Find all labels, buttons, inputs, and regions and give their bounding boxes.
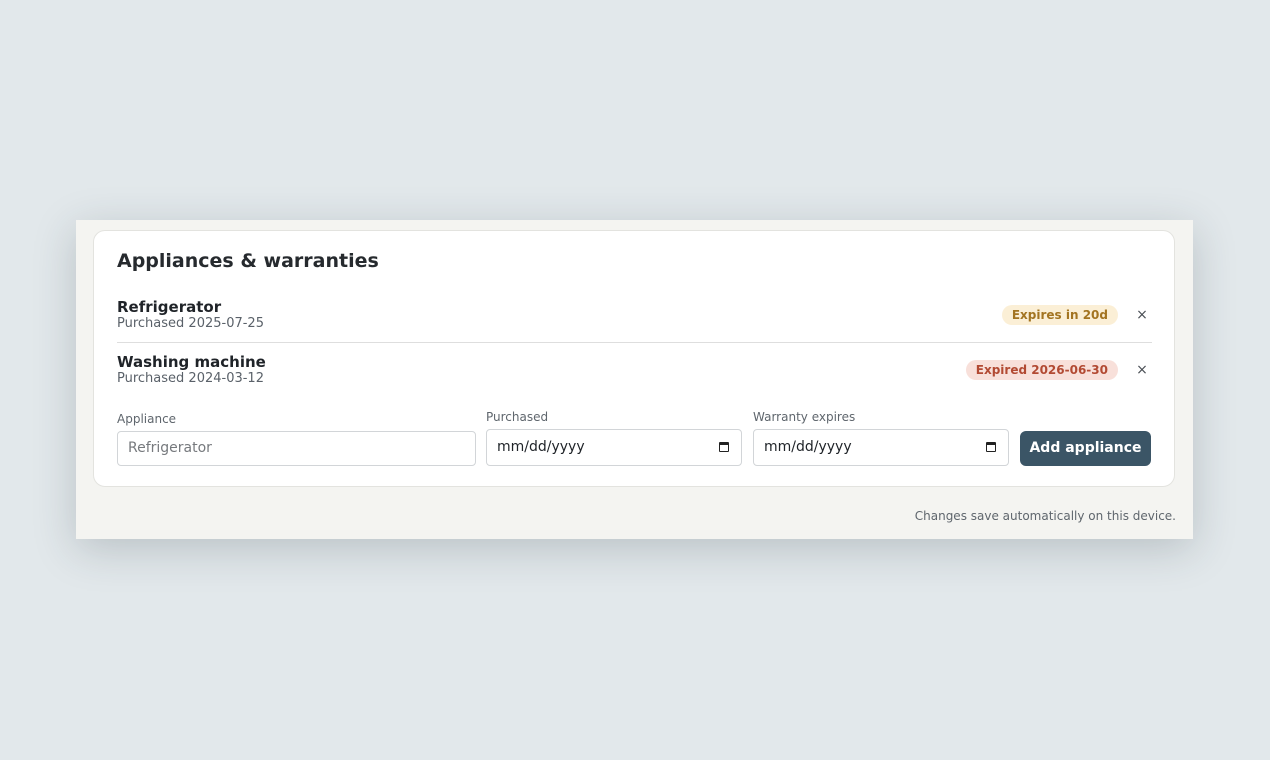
calendar-icon[interactable] [986, 442, 996, 452]
card-title: Appliances & warranties [117, 250, 379, 272]
calendar-icon[interactable] [719, 442, 729, 452]
purchase-date: Purchased 2025-07-25 [117, 316, 264, 331]
appliance-name: Washing machine [117, 353, 266, 371]
close-icon: × [1136, 307, 1148, 323]
purchased-field-label: Purchased [486, 410, 549, 424]
app-window: Appliances & warranties Refrigerator Pur… [76, 220, 1193, 539]
appliance-name-input[interactable]: Refrigerator [117, 431, 476, 466]
close-icon: × [1136, 362, 1148, 378]
purchased-date-input[interactable]: mm/dd/yyyy [486, 429, 742, 466]
appliance-name: Refrigerator [117, 298, 222, 316]
purchased-date-value: mm/dd/yyyy [497, 439, 585, 455]
warranty-status-badge: Expired 2026-06-30 [965, 360, 1118, 380]
warranty-status-badge: Expires in 20d [1001, 305, 1118, 325]
warranty-field-label: Warranty expires [753, 410, 856, 424]
remove-appliance-button[interactable]: × [1134, 360, 1150, 380]
add-appliance-button[interactable]: Add appliance [1020, 431, 1151, 466]
purchase-date: Purchased 2024-03-12 [117, 371, 264, 386]
appliances-card: Appliances & warranties Refrigerator Pur… [93, 230, 1175, 487]
autosave-note: Changes save automatically on this devic… [914, 509, 1176, 523]
remove-appliance-button[interactable]: × [1134, 305, 1150, 325]
appliance-row: Washing machine Purchased 2024-03-12 Exp… [117, 346, 1152, 397]
appliance-row: Refrigerator Purchased 2025-07-25 Expire… [117, 291, 1152, 343]
warranty-date-value: mm/dd/yyyy [764, 439, 852, 455]
warranty-expires-input[interactable]: mm/dd/yyyy [753, 429, 1009, 466]
appliance-field-label: Appliance [117, 412, 177, 426]
